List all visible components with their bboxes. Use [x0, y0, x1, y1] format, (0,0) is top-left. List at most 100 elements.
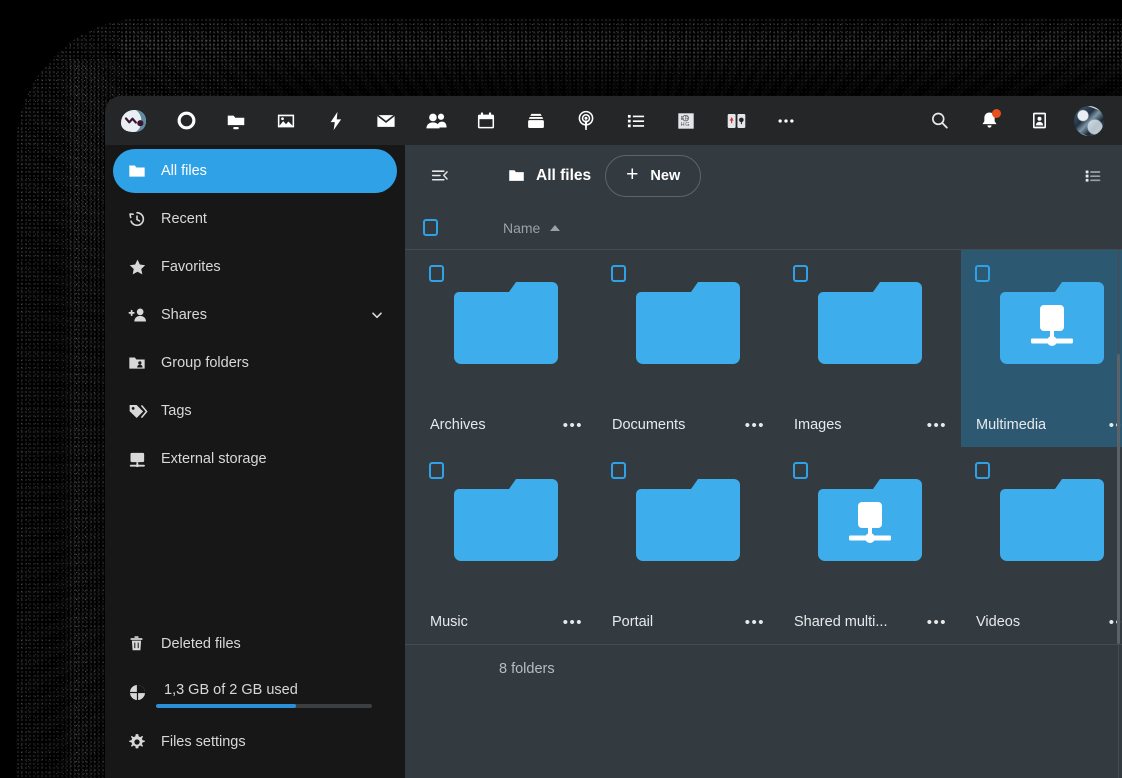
file-tile[interactable]: Images ••• — [779, 250, 961, 447]
scrollbar-thumb[interactable] — [1117, 354, 1120, 644]
sidebar-item-group-folders[interactable]: Group folders — [113, 341, 397, 385]
file-tile-footer: Documents ••• — [597, 417, 779, 433]
sidebar-item-quota[interactable]: 1,3 GB of 2 GB used — [113, 670, 397, 720]
sidebar-item-files-settings[interactable]: Files settings — [113, 720, 397, 764]
folder-icon — [507, 166, 526, 185]
file-tile[interactable]: Archives ••• — [415, 250, 597, 447]
search-icon[interactable] — [914, 96, 964, 145]
sidebar-item-deleted-files[interactable]: Deleted files — [113, 622, 397, 666]
breadcrumb[interactable]: All files — [507, 166, 591, 185]
talk-icon[interactable] — [561, 96, 611, 145]
file-tile[interactable]: Documents ••• — [597, 250, 779, 447]
folder-icon — [454, 479, 558, 561]
file-tile-footer: Music ••• — [415, 614, 597, 630]
calendar-icon[interactable] — [461, 96, 511, 145]
files-grid: Archives ••• Documents ••• Images ••• Multimed… — [405, 250, 1122, 644]
file-actions-menu-icon[interactable]: ••• — [927, 418, 947, 433]
file-actions-menu-icon[interactable]: ••• — [1109, 615, 1122, 630]
file-select-checkbox[interactable] — [793, 265, 808, 282]
file-tile[interactable]: Portail ••• — [597, 447, 779, 644]
app-navigation-sidebar: All files Recent Favorites Shares Group … — [105, 145, 405, 778]
file-tile[interactable]: Shared multi... ••• — [779, 447, 961, 644]
files-grid-scroll[interactable]: Archives ••• Documents ••• Images ••• Multimed… — [405, 250, 1122, 778]
shared-folder-icon — [1000, 282, 1104, 364]
file-select-checkbox[interactable] — [975, 265, 990, 282]
gear-icon — [127, 732, 153, 752]
column-header-name[interactable]: Name — [503, 220, 561, 236]
quota-progress-fill — [156, 704, 297, 708]
sidebar-item-label: External storage — [161, 451, 267, 467]
mail-icon[interactable] — [361, 96, 411, 145]
file-actions-menu-icon[interactable]: ••• — [927, 615, 947, 630]
star-icon — [127, 257, 153, 278]
file-name-label: Multimedia — [976, 417, 1047, 433]
file-name-label: Shared multi... — [794, 614, 888, 630]
breadcrumb-label: All files — [536, 166, 592, 184]
files-icon[interactable] — [211, 96, 261, 145]
top-navigation-bar: E R H G — [105, 96, 1122, 145]
quota-progress-track — [156, 704, 372, 708]
deck-icon[interactable] — [711, 96, 761, 145]
sidebar-item-shares[interactable]: Shares — [113, 293, 397, 337]
file-select-checkbox[interactable] — [793, 462, 808, 479]
file-tile[interactable]: Music ••• — [415, 447, 597, 644]
file-tile[interactable]: Videos ••• — [961, 447, 1122, 644]
noise-border-top — [120, 26, 1122, 86]
file-actions-menu-icon[interactable]: ••• — [1109, 418, 1122, 433]
sort-ascending-icon — [550, 224, 561, 231]
app-launcher-list: E R H G — [105, 96, 811, 145]
trash-icon — [127, 634, 153, 654]
sidebar-item-favorites[interactable]: Favorites — [113, 245, 397, 289]
file-name-label: Music — [430, 614, 468, 630]
files-content-area: All files + New Name Archives ••• Docume… — [405, 145, 1122, 778]
new-button[interactable]: + New — [605, 154, 702, 197]
folder-icon — [127, 161, 153, 181]
files-table-header: Name — [405, 206, 1122, 250]
file-name-label: Portail — [612, 614, 654, 630]
file-actions-menu-icon[interactable]: ••• — [745, 615, 765, 630]
sidebar-item-label: Favorites — [161, 259, 221, 275]
chevron-down-icon[interactable] — [369, 307, 385, 323]
file-actions-menu-icon[interactable]: ••• — [563, 615, 583, 630]
file-actions-menu-icon[interactable]: ••• — [563, 418, 583, 433]
tasks-icon[interactable] — [611, 96, 661, 145]
files-header: All files + New — [405, 145, 1122, 206]
collapse-sidebar-icon[interactable] — [423, 160, 455, 192]
sidebar-item-external-storage[interactable]: External storage — [113, 437, 397, 481]
sidebar-item-tags[interactable]: Tags — [113, 389, 397, 433]
file-actions-menu-icon[interactable]: ••• — [745, 418, 765, 433]
folder-icon — [636, 479, 740, 561]
folder-icon — [818, 282, 922, 364]
sidebar-item-recent[interactable]: Recent — [113, 197, 397, 241]
select-all-checkbox[interactable] — [423, 219, 438, 236]
top-nav-actions — [914, 96, 1122, 145]
file-select-checkbox[interactable] — [975, 462, 990, 479]
shared-folder-icon — [818, 479, 922, 561]
sidebar-item-all-files[interactable]: All files — [113, 149, 397, 193]
svg-text:H: H — [681, 122, 685, 128]
folder-icon — [636, 282, 740, 364]
dashboard-icon[interactable] — [161, 96, 211, 145]
notifications-bell-icon[interactable] — [964, 96, 1014, 145]
file-select-checkbox[interactable] — [611, 265, 626, 282]
more-apps-icon[interactable] — [761, 96, 811, 145]
folder-count-label: 8 folders — [499, 660, 555, 677]
notes-icon[interactable] — [511, 96, 561, 145]
nextcloud-logo-icon[interactable] — [105, 96, 161, 145]
quota-label: 1,3 GB of 2 GB used — [164, 682, 298, 698]
contacts-menu-icon[interactable] — [1014, 96, 1064, 145]
avatar[interactable] — [1064, 96, 1114, 145]
ernhg-icon[interactable]: E R H G — [661, 96, 711, 145]
file-select-checkbox[interactable] — [611, 462, 626, 479]
activity-icon[interactable] — [311, 96, 361, 145]
sidebar-item-list: All files Recent Favorites Shares Group … — [105, 149, 405, 485]
file-select-checkbox[interactable] — [429, 265, 444, 282]
folder-icon — [454, 282, 558, 364]
new-button-label: New — [650, 167, 681, 184]
file-name-label: Documents — [612, 417, 686, 433]
contacts-icon[interactable] — [411, 96, 461, 145]
list-view-icon[interactable] — [1076, 159, 1110, 193]
photos-icon[interactable] — [261, 96, 311, 145]
file-tile[interactable]: Multimedia ••• — [961, 250, 1122, 447]
file-select-checkbox[interactable] — [429, 462, 444, 479]
